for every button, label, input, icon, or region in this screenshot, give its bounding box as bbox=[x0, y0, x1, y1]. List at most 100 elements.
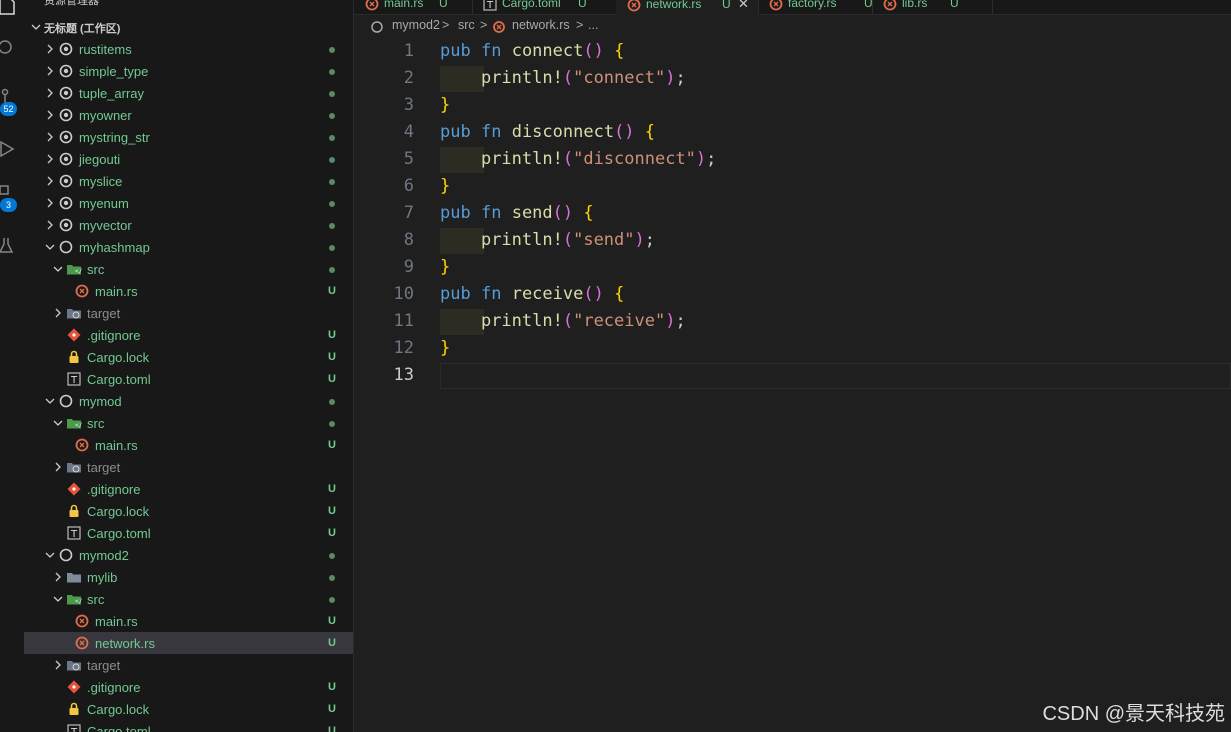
tree-file-row[interactable]: T Cargo.toml U bbox=[24, 368, 353, 390]
code-token: ; bbox=[644, 230, 656, 250]
tree-file-row[interactable]: T Cargo.toml U bbox=[24, 522, 353, 544]
breadcrumb-folder[interactable]: src bbox=[458, 18, 475, 32]
chevron-right-icon[interactable] bbox=[44, 131, 56, 143]
tree-file-row[interactable]: Cargo.lock U bbox=[24, 500, 353, 522]
tree-file-row[interactable]: main.rs U bbox=[24, 610, 353, 632]
tree-folder-row[interactable]: tuple_array bbox=[24, 82, 353, 104]
line-number: 13 bbox=[393, 365, 414, 385]
editor-tab[interactable]: main.rs U bbox=[354, 0, 473, 14]
tree-file-row[interactable]: Cargo.lock U bbox=[24, 698, 353, 720]
rust-icon bbox=[364, 0, 380, 17]
chevron-right-icon[interactable] bbox=[52, 659, 64, 671]
chevron-right-icon[interactable] bbox=[44, 197, 56, 209]
tree-item-label: src bbox=[87, 416, 105, 431]
target-folder-icon bbox=[66, 657, 82, 673]
code-token: pub bbox=[440, 203, 471, 223]
tree-folder-row[interactable]: mylib bbox=[24, 566, 353, 588]
code-token: ) bbox=[634, 230, 645, 250]
chevron-right-icon[interactable] bbox=[44, 43, 56, 55]
lock-icon bbox=[66, 503, 82, 519]
tree-folder-row[interactable]: myowner bbox=[24, 104, 353, 126]
tree-file-row[interactable]: Cargo.lock U bbox=[24, 346, 353, 368]
chevron-down-icon[interactable] bbox=[52, 263, 64, 275]
tree-folder-row[interactable]: mystring_str bbox=[24, 126, 353, 148]
tree-folder-row[interactable]: </> src bbox=[24, 258, 353, 280]
tree-item-label: myhashmap bbox=[79, 240, 150, 255]
chevron-right-icon[interactable] bbox=[52, 461, 64, 473]
chevron-down-icon[interactable] bbox=[44, 549, 56, 561]
explorer-activity-button[interactable] bbox=[0, 0, 24, 20]
tree-folder-row[interactable]: </> src bbox=[24, 412, 353, 434]
tree-file-row[interactable]: .gitignore U bbox=[24, 324, 353, 346]
tree-file-row[interactable]: network.rs U bbox=[24, 632, 353, 654]
folder-icon bbox=[66, 569, 82, 585]
tree-file-row[interactable]: main.rs U bbox=[24, 280, 353, 302]
tree-folder-row[interactable]: myhashmap bbox=[24, 236, 353, 258]
tree-folder-row[interactable]: myvector bbox=[24, 214, 353, 236]
tree-file-row[interactable]: main.rs U bbox=[24, 434, 353, 456]
tree-folder-row[interactable]: jiegouti bbox=[24, 148, 353, 170]
editor-tab[interactable]: network.rs U ✕ bbox=[616, 0, 759, 15]
workspace-header[interactable]: 无标题 (工作区) bbox=[24, 16, 353, 38]
lock-icon bbox=[66, 701, 82, 717]
chevron-down-icon[interactable] bbox=[52, 417, 64, 429]
run-debug-activity-button[interactable] bbox=[0, 134, 24, 164]
line-number: 10 bbox=[393, 284, 414, 304]
line-number: 7 bbox=[403, 203, 414, 223]
chevron-right-icon[interactable] bbox=[44, 87, 56, 99]
chevron-right-icon[interactable] bbox=[44, 65, 56, 77]
code-token: } bbox=[440, 338, 451, 358]
tree-folder-row[interactable]: myslice bbox=[24, 170, 353, 192]
editor-tab[interactable]: lib.rs U bbox=[872, 0, 993, 14]
chevron-down-icon[interactable] bbox=[44, 241, 56, 253]
tree-file-row[interactable]: .gitignore U bbox=[24, 478, 353, 500]
tree-folder-row[interactable]: simple_type bbox=[24, 60, 353, 82]
close-icon[interactable]: ✕ bbox=[738, 0, 749, 12]
search-icon bbox=[0, 40, 12, 54]
tree-folder-row[interactable]: target bbox=[24, 456, 353, 478]
editor-tab[interactable]: T Cargo.toml U bbox=[472, 0, 617, 14]
tree-folder-row[interactable]: mymod bbox=[24, 390, 353, 412]
chevron-right-icon[interactable] bbox=[52, 571, 64, 583]
tree-item-label: target bbox=[87, 460, 121, 475]
breadcrumb-root[interactable]: mymod2 bbox=[392, 18, 440, 32]
code-token: println! bbox=[480, 68, 563, 88]
tree-item-label: network.rs bbox=[95, 636, 155, 651]
tree-item-label: jiegouti bbox=[79, 152, 121, 167]
testing-activity-button[interactable] bbox=[0, 230, 24, 260]
editor-tab[interactable]: factory.rs U bbox=[758, 0, 873, 14]
chevron-right-icon[interactable] bbox=[44, 219, 56, 231]
chevron-right-icon[interactable] bbox=[44, 153, 56, 165]
svg-text:</>: </> bbox=[75, 268, 82, 275]
tree-folder-row[interactable]: myenum bbox=[24, 192, 353, 214]
tree-item-label: Cargo.lock bbox=[87, 350, 150, 365]
chevron-right-icon[interactable] bbox=[44, 175, 56, 187]
code-token: () bbox=[583, 41, 604, 61]
tree-folder-row[interactable]: </> src bbox=[24, 588, 353, 610]
tree-folder-row[interactable]: target bbox=[24, 654, 353, 676]
chevron-right-icon[interactable] bbox=[52, 307, 64, 319]
code-token: ) bbox=[695, 149, 707, 169]
tree-file-row[interactable]: T Cargo.toml U bbox=[24, 720, 353, 732]
breadcrumb-more[interactable]: ... bbox=[588, 18, 598, 32]
tree-file-row[interactable]: .gitignore U bbox=[24, 676, 353, 698]
tree-folder-row[interactable]: target bbox=[24, 302, 353, 324]
tab-label: main.rs bbox=[384, 0, 424, 10]
package-open-icon bbox=[58, 547, 74, 563]
chevron-down-icon[interactable] bbox=[52, 593, 64, 605]
chevron-down-icon[interactable] bbox=[44, 395, 56, 407]
tab-label: network.rs bbox=[646, 0, 702, 11]
package-icon bbox=[58, 129, 74, 145]
chevron-right-icon[interactable] bbox=[44, 109, 56, 121]
tree-item-label: myvector bbox=[79, 218, 132, 233]
breadcrumb-file[interactable]: network.rs bbox=[512, 18, 570, 32]
search-activity-button[interactable] bbox=[0, 34, 24, 64]
tree-folder-row[interactable]: rustitems bbox=[24, 38, 353, 60]
tree-folder-row[interactable]: mymod2 bbox=[24, 544, 353, 566]
git-change-dot bbox=[329, 245, 335, 251]
code-line: println!("connect"); bbox=[440, 68, 686, 88]
code-token: () bbox=[552, 203, 574, 223]
